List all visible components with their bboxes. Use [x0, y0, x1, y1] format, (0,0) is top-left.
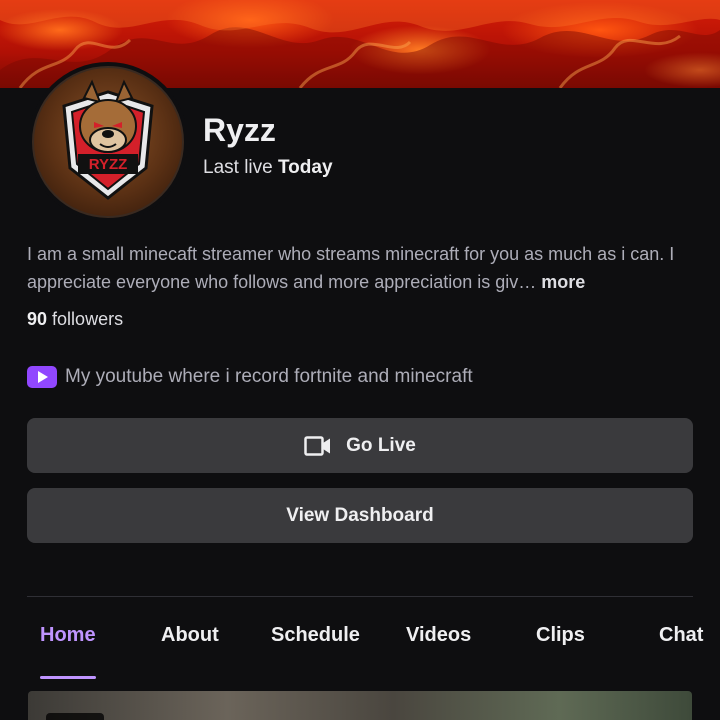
followers-label: followers [52, 309, 124, 329]
tab-chat[interactable]: Chat [659, 624, 703, 647]
bulldog-shield-logo: RYZZ [62, 79, 154, 200]
youtube-link-label: My youtube where i record fortnite and m… [65, 366, 473, 387]
channel-avatar[interactable]: RYZZ [28, 62, 188, 222]
youtube-link[interactable]: My youtube where i record fortnite and m… [27, 363, 473, 391]
tab-about[interactable]: About [161, 624, 219, 647]
view-dashboard-label: View Dashboard [286, 504, 434, 526]
last-live-prefix: Last live [203, 157, 273, 178]
tab-videos[interactable]: Videos [406, 624, 471, 647]
tab-schedule[interactable]: Schedule [271, 624, 360, 647]
last-live-status: Last live Today [203, 157, 333, 179]
section-divider [27, 596, 693, 597]
channel-tabs: Home About Schedule Videos Clips Chat [0, 624, 720, 679]
channel-name: Ryzz [203, 112, 276, 148]
last-live-value: Today [277, 157, 333, 178]
go-live-button[interactable]: Go Live [27, 418, 693, 473]
followers-number: 90 [27, 309, 48, 329]
channel-bio: I am a small minecaft streamer who strea… [27, 240, 697, 296]
avatar-text: RYZZ [89, 156, 128, 173]
video-thumbnail[interactable] [28, 691, 692, 720]
tab-clips[interactable]: Clips [536, 624, 585, 647]
avatar-image: RYZZ [32, 66, 184, 218]
youtube-icon [27, 366, 57, 388]
video-duration-badge [46, 713, 104, 720]
video-camera-icon [304, 435, 331, 456]
bio-more-link[interactable]: more [541, 272, 585, 292]
go-live-label: Go Live [346, 434, 416, 456]
active-tab-indicator [40, 676, 96, 679]
view-dashboard-button[interactable]: View Dashboard [27, 488, 693, 543]
followers-count: 90 followers [27, 309, 123, 330]
tab-home[interactable]: Home [40, 624, 96, 647]
